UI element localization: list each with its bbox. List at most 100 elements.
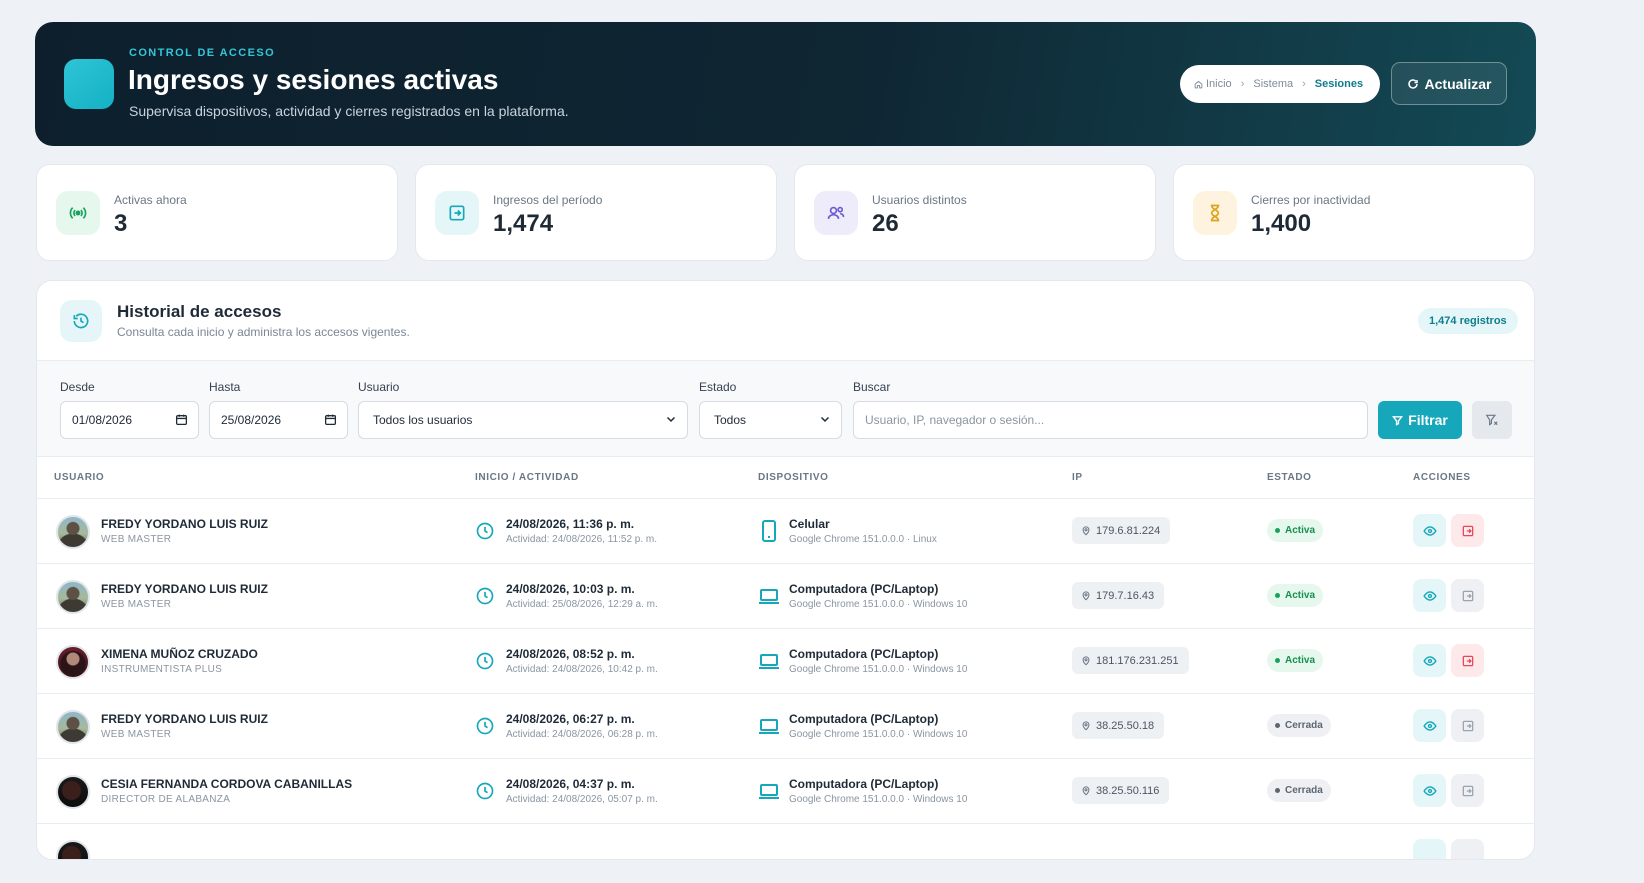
- col-start: INICIO / ACTIVIDAD: [475, 472, 579, 483]
- avatar: [56, 710, 90, 744]
- view-session-button[interactable]: [1413, 709, 1446, 742]
- view-session-button[interactable]: [1413, 839, 1446, 859]
- close-session-button[interactable]: [1451, 644, 1484, 677]
- close-session-button[interactable]: [1451, 839, 1484, 859]
- logout-icon: [1462, 525, 1473, 536]
- to-date-input[interactable]: 25/08/2026: [209, 401, 348, 439]
- user-label: Usuario: [358, 380, 400, 394]
- user-name: FREDY YORDANO LUIS RUIZ: [101, 582, 268, 596]
- col-device: DISPOSITIVO: [758, 472, 829, 483]
- ip-chip: 179.7.16.43: [1072, 582, 1165, 609]
- session-activity: Actividad: 24/08/2026, 10:42 p. m.: [506, 664, 658, 675]
- refresh-button[interactable]: Actualizar: [1391, 62, 1507, 105]
- funnel-icon: [1392, 415, 1404, 426]
- view-session-button[interactable]: [1413, 579, 1446, 612]
- stat-card-users: Usuarios distintos 26: [794, 164, 1156, 261]
- search-input[interactable]: Usuario, IP, navegador o sesión...: [853, 401, 1368, 439]
- view-session-button[interactable]: [1413, 774, 1446, 807]
- device-name: Computadora (PC/Laptop): [789, 777, 939, 791]
- user-select[interactable]: Todos los usuarios: [358, 401, 688, 439]
- session-start: 24/08/2026, 04:37 p. m.: [506, 777, 635, 791]
- logout-icon: [1462, 720, 1473, 731]
- stat-label: Activas ahora: [114, 193, 187, 207]
- refresh-icon: [1407, 78, 1418, 89]
- session-start: 24/08/2026, 10:03 p. m.: [506, 582, 635, 596]
- stat-label: Cierres por inactividad: [1251, 193, 1371, 207]
- table-row: FREDY YORDANO LUIS RUIZ WEB MASTER 24/08…: [37, 564, 1534, 629]
- ip-address: 179.6.81.224: [1096, 524, 1161, 537]
- device-name: Computadora (PC/Laptop): [789, 647, 939, 661]
- logout-icon: [1462, 785, 1473, 796]
- state-select[interactable]: Todos: [699, 401, 842, 439]
- refresh-label: Actualizar: [1424, 75, 1492, 92]
- breadcrumb-home[interactable]: Inicio: [1194, 78, 1232, 90]
- hourglass-icon: [1193, 191, 1237, 235]
- view-session-button[interactable]: [1413, 644, 1446, 677]
- eye-icon: [1422, 655, 1437, 666]
- user-role: WEB MASTER: [101, 534, 172, 545]
- session-activity: Actividad: 25/08/2026, 12:29 a. m.: [506, 599, 658, 610]
- home-icon: [1194, 80, 1203, 88]
- session-start: 24/08/2026, 11:36 p. m.: [506, 517, 635, 531]
- records-count-badge: 1,474 registros: [1418, 308, 1518, 334]
- location-pin-icon: [1082, 720, 1090, 730]
- search-placeholder: Usuario, IP, navegador o sesión...: [865, 413, 1045, 427]
- view-session-button[interactable]: [1413, 514, 1446, 547]
- session-start: 24/08/2026, 08:52 p. m.: [506, 647, 635, 661]
- location-pin-icon: [1082, 525, 1090, 535]
- header-eyebrow: CONTROL DE ACCESO: [129, 47, 276, 59]
- close-session-button[interactable]: [1451, 514, 1484, 547]
- device-name: Celular: [789, 517, 830, 531]
- from-date-value: 01/08/2026: [72, 413, 133, 427]
- breadcrumb-sistema[interactable]: Sistema: [1253, 78, 1293, 90]
- avatar: [56, 775, 90, 809]
- status-text: Activa: [1285, 525, 1316, 536]
- clock-icon: [476, 522, 494, 540]
- status-text: Activa: [1285, 590, 1316, 601]
- laptop-icon: [759, 784, 779, 799]
- page-title: Ingresos y sesiones activas: [128, 64, 499, 95]
- from-date-input[interactable]: 01/08/2026: [60, 401, 199, 439]
- close-session-button[interactable]: [1451, 709, 1484, 742]
- app-logo: [64, 59, 114, 109]
- chevron-down-icon: [666, 416, 676, 423]
- user-name: FREDY YORDANO LUIS RUIZ: [101, 517, 268, 531]
- status-text: Cerrada: [1285, 720, 1323, 731]
- filter-button[interactable]: Filtrar: [1378, 401, 1462, 439]
- device-browser: Google Chrome 151.0.0.0 · Windows 10: [789, 664, 968, 675]
- user-name: XIMENA MUÑOZ CRUZADO: [101, 647, 258, 661]
- session-activity: Actividad: 24/08/2026, 06:28 p. m.: [506, 729, 658, 740]
- device-browser: Google Chrome 151.0.0.0 · Windows 10: [789, 599, 968, 610]
- close-session-button[interactable]: [1451, 774, 1484, 807]
- user-role: DIRECTOR DE ALABANZA: [101, 794, 231, 805]
- breadcrumb-home-label: Inicio: [1206, 78, 1232, 90]
- ip-chip: 181.176.231.251: [1072, 647, 1189, 674]
- ip-address: 181.176.231.251: [1096, 654, 1179, 667]
- status-badge: Activa: [1267, 584, 1324, 607]
- status-badge: Activa: [1267, 519, 1324, 542]
- stat-value: 1,474: [493, 210, 554, 237]
- breadcrumb-current: Sesiones: [1314, 78, 1364, 90]
- to-date-value: 25/08/2026: [221, 413, 282, 427]
- chevron-right-icon: ›: [1240, 78, 1245, 90]
- ip-address: 38.25.50.116: [1096, 784, 1160, 797]
- status-dot-icon: [1275, 593, 1280, 598]
- status-text: Cerrada: [1285, 785, 1323, 796]
- device-browser: Google Chrome 151.0.0.0 · Windows 10: [789, 729, 968, 740]
- stat-label: Usuarios distintos: [872, 193, 967, 207]
- close-session-button[interactable]: [1451, 579, 1484, 612]
- stat-value: 1,400: [1251, 210, 1312, 237]
- status-dot-icon: [1275, 723, 1280, 728]
- login-icon: [435, 191, 479, 235]
- col-actions: ACCIONES: [1413, 472, 1471, 483]
- phone-icon: [762, 520, 776, 542]
- status-badge: Activa: [1267, 649, 1324, 672]
- ip-address: 38.25.50.18: [1096, 719, 1155, 732]
- avatar: [56, 580, 90, 614]
- clear-filters-button[interactable]: [1472, 401, 1512, 439]
- avatar: [56, 840, 90, 859]
- stat-value: 26: [872, 210, 899, 237]
- breadcrumb: Inicio › Sistema › Sesiones: [1180, 65, 1380, 103]
- eye-icon: [1422, 720, 1437, 731]
- eye-icon: [1422, 525, 1437, 536]
